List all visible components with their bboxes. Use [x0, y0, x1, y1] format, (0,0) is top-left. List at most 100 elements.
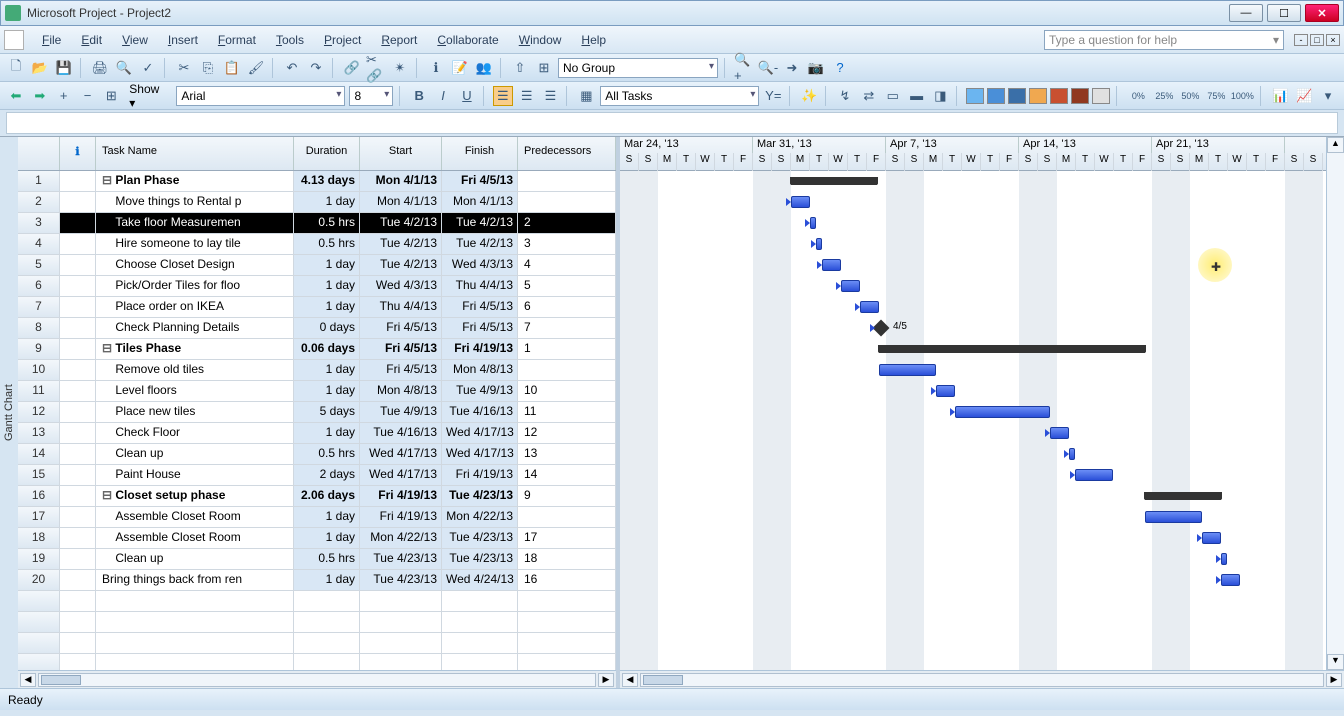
goto-icon[interactable]: ➜	[782, 58, 802, 78]
redo-icon[interactable]: ↷	[306, 58, 326, 78]
chart-icon[interactable]: 📊	[1270, 86, 1290, 106]
gantt-hscroll[interactable]: ◀ ▶	[620, 670, 1344, 688]
assign-icon[interactable]: 👥	[474, 58, 494, 78]
save-icon[interactable]: 💾	[54, 58, 74, 78]
gantt-task-bar[interactable]	[1221, 553, 1227, 565]
notes-icon[interactable]: 📝	[450, 58, 470, 78]
timescale[interactable]: Mar 24, '13Mar 31, '13Apr 7, '13Apr 14, …	[620, 137, 1344, 171]
table-row[interactable]: 5 Choose Closet Design1 dayTue 4/2/13Wed…	[18, 255, 616, 276]
table-row[interactable]: 16⊟ Closet setup phase2.06 daysFri 4/19/…	[18, 486, 616, 507]
table-row[interactable]: 3 Take floor Measuremen0.5 hrsTue 4/2/13…	[18, 213, 616, 234]
gantt-summary-bar[interactable]	[1145, 492, 1221, 500]
italic-icon[interactable]: I	[433, 86, 453, 106]
paste-icon[interactable]: 📋	[222, 58, 242, 78]
wizard-icon[interactable]: ✨	[799, 86, 819, 106]
undo-icon[interactable]: ↶	[282, 58, 302, 78]
gantt-task-bar[interactable]	[879, 364, 936, 376]
track4-icon[interactable]: ▬	[907, 86, 927, 106]
menu-file[interactable]: File	[32, 30, 71, 50]
week-header[interactable]: Mar 24, '13	[620, 137, 753, 153]
gantt-task-bar[interactable]	[816, 238, 822, 250]
group-icon[interactable]: ⊞	[534, 58, 554, 78]
align-center-icon[interactable]: ☰	[517, 86, 537, 106]
table-row-empty[interactable]	[18, 612, 616, 633]
table-row[interactable]: 9⊟ Tiles Phase0.06 daysFri 4/5/13Fri 4/1…	[18, 339, 616, 360]
taskname-header[interactable]: Task Name	[96, 137, 294, 170]
underline-icon[interactable]: U	[457, 86, 477, 106]
zoom-out-icon[interactable]: 🔍-	[758, 58, 778, 78]
scroll-left-icon[interactable]: ◀	[20, 673, 36, 687]
menu-help[interactable]: Help	[571, 30, 616, 50]
color-button-3[interactable]	[1029, 88, 1047, 104]
menu-project[interactable]: Project	[314, 30, 371, 50]
table-row[interactable]: 1⊟ Plan Phase4.13 daysMon 4/1/13Fri 4/5/…	[18, 171, 616, 192]
gantt-task-bar[interactable]	[822, 259, 841, 271]
formula-bar[interactable]	[6, 112, 1338, 134]
mdi-close-button[interactable]: ×	[1326, 34, 1340, 46]
table-row[interactable]: 8 Check Planning Details0 daysFri 4/5/13…	[18, 318, 616, 339]
gantt-task-bar[interactable]	[1069, 448, 1075, 460]
gantt-task-bar[interactable]	[1202, 532, 1221, 544]
cut-icon[interactable]: ✂	[174, 58, 194, 78]
minus-icon[interactable]: −	[78, 86, 98, 106]
week-header[interactable]: Mar 31, '13	[753, 137, 886, 153]
fontsize-combo[interactable]: 8	[349, 86, 393, 106]
color-button-6[interactable]	[1092, 88, 1110, 104]
minimize-button[interactable]: —	[1229, 4, 1263, 22]
table-hscroll[interactable]: ◀ ▶	[18, 670, 616, 688]
color-button-5[interactable]	[1071, 88, 1089, 104]
scroll-right-icon[interactable]: ▶	[598, 673, 614, 687]
track2-icon[interactable]: ⇄	[859, 86, 879, 106]
week-header[interactable]: Apr 14, '13	[1019, 137, 1152, 153]
menu-tools[interactable]: Tools	[266, 30, 314, 50]
menu-edit[interactable]: Edit	[71, 30, 112, 50]
help-search[interactable]: Type a question for help▾	[1044, 30, 1284, 50]
week-header[interactable]: Apr 7, '13	[886, 137, 1019, 153]
gantt-task-bar[interactable]	[1221, 574, 1240, 586]
help-icon[interactable]: ?	[830, 58, 850, 78]
mdi-restore-button[interactable]: □	[1310, 34, 1324, 46]
gantt-summary-bar[interactable]	[879, 345, 1145, 353]
group-combo[interactable]: No Group	[558, 58, 718, 78]
pct-0%[interactable]: 0%	[1126, 86, 1150, 106]
pct-75%[interactable]: 75%	[1204, 86, 1228, 106]
gantt-task-bar[interactable]	[1145, 511, 1202, 523]
document-icon[interactable]	[4, 30, 24, 50]
table-row[interactable]: 14 Clean up0.5 hrsWed 4/17/13Wed 4/17/13…	[18, 444, 616, 465]
gantt-task-bar[interactable]	[955, 406, 1050, 418]
zoom-in-icon[interactable]: 🔍+	[734, 58, 754, 78]
predecessors-header[interactable]: Predecessors	[518, 137, 616, 170]
table-row[interactable]: 10 Remove old tiles1 dayFri 4/5/13Mon 4/…	[18, 360, 616, 381]
chart2-icon[interactable]: 📈	[1294, 86, 1314, 106]
autofilter-toggle-icon[interactable]: Y=	[763, 86, 783, 106]
gantt-task-bar[interactable]	[810, 217, 816, 229]
pct-50%[interactable]: 50%	[1178, 86, 1202, 106]
indent-arrow-icon[interactable]: ➡	[30, 86, 50, 106]
color-button-2[interactable]	[1008, 88, 1026, 104]
menu-insert[interactable]: Insert	[158, 30, 208, 50]
table-row[interactable]: 6 Pick/Order Tiles for floo1 dayWed 4/3/…	[18, 276, 616, 297]
copy-icon[interactable]: ⎘	[198, 58, 218, 78]
color-button-0[interactable]	[966, 88, 984, 104]
scroll-up-icon[interactable]: ▲	[1327, 137, 1344, 153]
table-row[interactable]: 20Bring things back from ren1 dayTue 4/2…	[18, 570, 616, 591]
table-row[interactable]: 4 Hire someone to lay tile0.5 hrsTue 4/2…	[18, 234, 616, 255]
track5-icon[interactable]: ◨	[931, 86, 951, 106]
spell-icon[interactable]: ✓	[138, 58, 158, 78]
finish-header[interactable]: Finish	[442, 137, 518, 170]
outdent-arrow-icon[interactable]: ⬅	[6, 86, 26, 106]
open-icon[interactable]: 📂	[30, 58, 50, 78]
table-row[interactable]: 2 Move things to Rental p1 dayMon 4/1/13…	[18, 192, 616, 213]
print-icon[interactable]: 🖨	[90, 58, 110, 78]
color-button-1[interactable]	[987, 88, 1005, 104]
autofilter-icon[interactable]: ▦	[576, 86, 596, 106]
color-button-4[interactable]	[1050, 88, 1068, 104]
gantt-task-bar[interactable]	[936, 385, 955, 397]
menu-view[interactable]: View	[112, 30, 158, 50]
mdi-minimize-button[interactable]: -	[1294, 34, 1308, 46]
track3-icon[interactable]: ▭	[883, 86, 903, 106]
info-icon[interactable]: ℹ	[426, 58, 446, 78]
info-header[interactable]: ℹ	[60, 137, 96, 170]
table-row[interactable]: 7 Place order on IKEA1 dayThu 4/4/13Fri …	[18, 297, 616, 318]
publish-icon[interactable]: ⇧	[510, 58, 530, 78]
